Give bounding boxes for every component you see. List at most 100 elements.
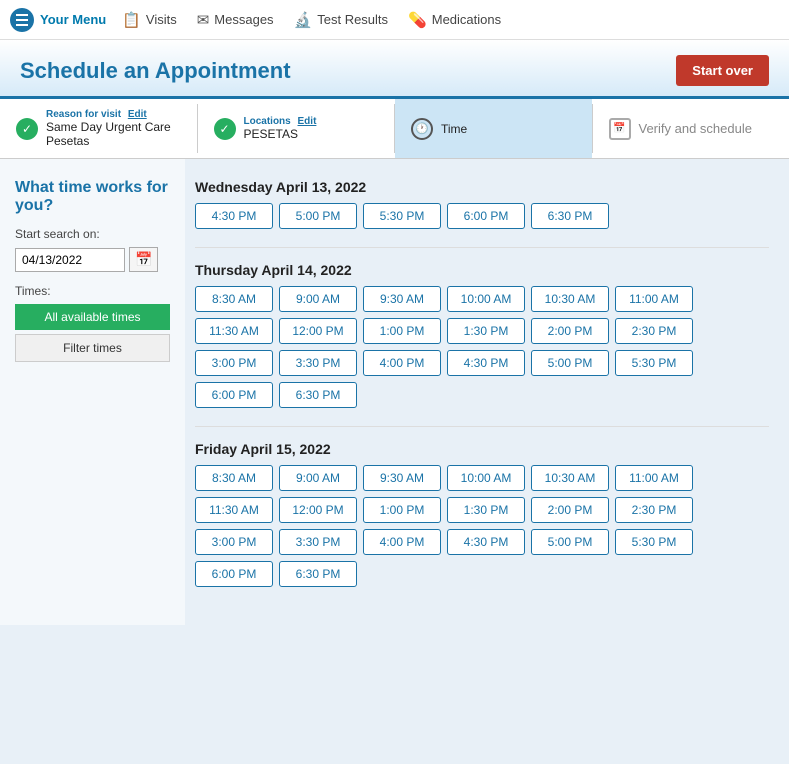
- time-slot-button[interactable]: 6:00 PM: [195, 382, 273, 408]
- time-slot-button[interactable]: 5:00 PM: [531, 529, 609, 555]
- page-title: Schedule an Appointment: [20, 58, 291, 84]
- time-slot-button[interactable]: 9:30 AM: [363, 286, 441, 312]
- page-header: Schedule an Appointment Start over: [0, 40, 789, 99]
- start-over-button[interactable]: Start over: [676, 55, 769, 86]
- time-slot-button[interactable]: 2:30 PM: [615, 497, 693, 523]
- schedule-area: Wednesday April 13, 20224:30 PM5:00 PM5:…: [185, 159, 789, 625]
- time-slot-button[interactable]: 5:30 PM: [615, 529, 693, 555]
- menu-button[interactable]: Your Menu: [10, 8, 106, 32]
- day-section: Wednesday April 13, 2022 4:30 PM5:00 PM5:…: [195, 179, 769, 229]
- start-search-label: Start search on:: [15, 227, 170, 241]
- time-slot-button[interactable]: 4:00 PM: [363, 529, 441, 555]
- step2-check-icon: ✓: [214, 118, 236, 140]
- time-slot-button[interactable]: 2:30 PM: [615, 318, 693, 344]
- time-slot-button[interactable]: 4:30 PM: [195, 203, 273, 229]
- time-slot-button[interactable]: 10:00 AM: [447, 286, 525, 312]
- nav-visits[interactable]: 📋 Visits: [122, 1, 177, 39]
- time-slot-button[interactable]: 3:00 PM: [195, 529, 273, 555]
- step4-main-label: Verify and schedule: [639, 121, 752, 136]
- all-available-times-button[interactable]: All available times: [15, 304, 170, 330]
- time-slot-button[interactable]: 9:00 AM: [279, 286, 357, 312]
- time-slot-button[interactable]: 12:00 PM: [279, 318, 357, 344]
- step2-top-label: Locations Edit: [244, 116, 317, 127]
- step4-info: Verify and schedule: [639, 121, 752, 136]
- nav-visits-label: Visits: [146, 12, 177, 27]
- day-title: Friday April 15, 2022: [195, 441, 769, 457]
- calendar-button[interactable]: 📅: [129, 247, 158, 272]
- time-slot-button[interactable]: 5:00 PM: [531, 350, 609, 376]
- filter-times-button[interactable]: Filter times: [15, 334, 170, 362]
- nav-medications-label: Medications: [432, 12, 501, 27]
- times-label: Times:: [15, 284, 170, 298]
- time-slot-button[interactable]: 4:30 PM: [447, 350, 525, 376]
- step3-info: Time: [441, 122, 467, 136]
- time-slot-button[interactable]: 4:30 PM: [447, 529, 525, 555]
- time-slot-button[interactable]: 11:30 AM: [195, 497, 273, 523]
- step-verify-schedule: 📅 Verify and schedule: [593, 99, 789, 158]
- time-slot-button[interactable]: 1:00 PM: [363, 318, 441, 344]
- nav-medications[interactable]: 💊 Medications: [408, 1, 501, 39]
- test-results-icon: 🔬: [294, 11, 313, 29]
- top-nav: Your Menu 📋 Visits ✉ Messages 🔬 Test Res…: [0, 0, 789, 40]
- step2-edit-link[interactable]: Edit: [298, 116, 317, 127]
- time-slot-button[interactable]: 12:00 PM: [279, 497, 357, 523]
- time-slot-button[interactable]: 9:00 AM: [279, 465, 357, 491]
- nav-items: 📋 Visits ✉ Messages 🔬 Test Results 💊 Med…: [122, 1, 501, 39]
- step-time: 🕐 Time: [395, 99, 592, 158]
- nav-test-results[interactable]: 🔬 Test Results: [294, 1, 389, 39]
- hamburger-icon: [10, 8, 34, 32]
- time-slot-button[interactable]: 6:30 PM: [279, 561, 357, 587]
- time-slot-button[interactable]: 6:00 PM: [195, 561, 273, 587]
- time-slot-button[interactable]: 8:30 AM: [195, 465, 273, 491]
- visits-icon: 📋: [122, 11, 141, 29]
- step3-main-label: Time: [441, 122, 467, 136]
- time-grid: 4:30 PM5:00 PM5:30 PM6:00 PM6:30 PM: [195, 203, 769, 229]
- time-slot-button[interactable]: 5:30 PM: [615, 350, 693, 376]
- time-slot-button[interactable]: 2:00 PM: [531, 497, 609, 523]
- step1-edit-link[interactable]: Edit: [128, 109, 147, 120]
- menu-label: Your Menu: [40, 12, 106, 27]
- nav-test-results-label: Test Results: [317, 12, 388, 27]
- time-slot-button[interactable]: 2:00 PM: [531, 318, 609, 344]
- step1-info: Reason for visit Edit Same Day Urgent Ca…: [46, 109, 181, 148]
- sidebar: What time works for you? Start search on…: [0, 159, 185, 625]
- day-title: Wednesday April 13, 2022: [195, 179, 769, 195]
- day-divider: [195, 247, 769, 248]
- day-section: Thursday April 14, 2022 8:30 AM9:00 AM9:3…: [195, 262, 769, 408]
- time-slot-button[interactable]: 3:30 PM: [279, 350, 357, 376]
- day-title: Thursday April 14, 2022: [195, 262, 769, 278]
- main-content: What time works for you? Start search on…: [0, 159, 789, 625]
- time-slot-button[interactable]: 1:30 PM: [447, 318, 525, 344]
- day-section: Friday April 15, 2022 8:30 AM9:00 AM9:30 …: [195, 441, 769, 587]
- time-slot-button[interactable]: 6:30 PM: [531, 203, 609, 229]
- step1-main-label: Same Day Urgent Care Pesetas: [46, 120, 181, 148]
- time-slot-button[interactable]: 10:00 AM: [447, 465, 525, 491]
- medications-icon: 💊: [408, 11, 427, 29]
- time-slot-button[interactable]: 9:30 AM: [363, 465, 441, 491]
- time-slot-button[interactable]: 5:00 PM: [279, 203, 357, 229]
- step2-info: Locations Edit PESETAS: [244, 116, 317, 141]
- step1-check-icon: ✓: [16, 118, 38, 140]
- time-slot-button[interactable]: 5:30 PM: [363, 203, 441, 229]
- time-grid: 8:30 AM9:00 AM9:30 AM10:00 AM10:30 AM11:…: [195, 286, 769, 408]
- time-slot-button[interactable]: 11:00 AM: [615, 286, 693, 312]
- time-slot-button[interactable]: 11:30 AM: [195, 318, 273, 344]
- nav-messages[interactable]: ✉ Messages: [197, 1, 274, 39]
- time-slot-button[interactable]: 3:00 PM: [195, 350, 273, 376]
- step1-top-label: Reason for visit Edit: [46, 109, 181, 120]
- time-slot-button[interactable]: 10:30 AM: [531, 286, 609, 312]
- time-slot-button[interactable]: 6:00 PM: [447, 203, 525, 229]
- time-grid: 8:30 AM9:00 AM9:30 AM10:00 AM10:30 AM11:…: [195, 465, 769, 587]
- time-slot-button[interactable]: 4:00 PM: [363, 350, 441, 376]
- time-slot-button[interactable]: 1:30 PM: [447, 497, 525, 523]
- date-input[interactable]: [15, 248, 125, 272]
- time-slot-button[interactable]: 11:00 AM: [615, 465, 693, 491]
- time-slot-button[interactable]: 1:00 PM: [363, 497, 441, 523]
- date-input-wrap: 📅: [15, 247, 170, 272]
- nav-messages-label: Messages: [214, 12, 273, 27]
- step2-main-label: PESETAS: [244, 127, 317, 141]
- time-slot-button[interactable]: 3:30 PM: [279, 529, 357, 555]
- time-slot-button[interactable]: 6:30 PM: [279, 382, 357, 408]
- time-slot-button[interactable]: 10:30 AM: [531, 465, 609, 491]
- time-slot-button[interactable]: 8:30 AM: [195, 286, 273, 312]
